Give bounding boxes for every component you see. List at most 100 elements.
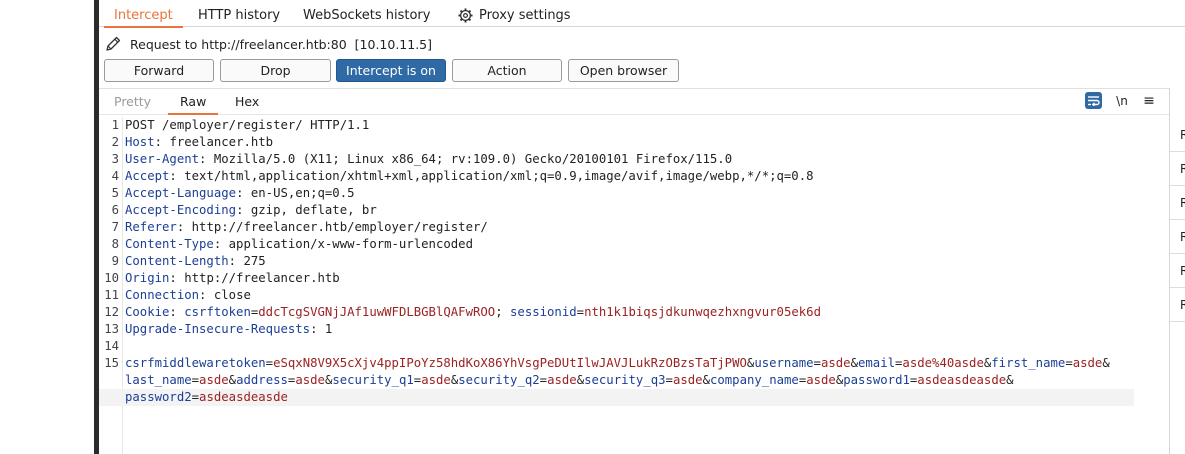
tab-pretty[interactable]: Pretty [114, 94, 151, 109]
tab-proxy-settings-label: Proxy settings [479, 7, 571, 23]
request-line-5: 5 Accept-Language: en-US,en;q=0.5 [99, 185, 1169, 202]
inspector-panel: RRRRRR [1169, 88, 1185, 454]
line-number: 15 [104, 356, 119, 370]
body-row-1: csrfmiddlewaretoken=eSqxN8V9X5cXjv4ppIPo… [125, 356, 1110, 370]
request-ip: [10.10.11.5] [354, 36, 433, 52]
header-name: Origin [125, 271, 170, 285]
cookie-value: ddcTcgSVGNjJAf1uwWFDLBGBlQAFwROO [258, 305, 496, 319]
newline-toggle-icon[interactable]: \n [1114, 92, 1130, 110]
line-number: 11 [104, 288, 119, 302]
header-value: en-US,en;q=0.5 [250, 186, 355, 200]
tab-intercept-label: Intercept [114, 7, 173, 23]
inspector-item[interactable]: R [1170, 288, 1185, 322]
param-name: address [236, 373, 288, 387]
line-number: 13 [104, 322, 119, 336]
param-name: email [857, 356, 896, 370]
background-area [0, 0, 94, 454]
raw-request-text[interactable]: 1 POST /employer/register/ HTTP/1.1 2 Host… [99, 117, 1169, 406]
request-line-2: 2 Host: freelancer.htb [99, 134, 1169, 151]
request-info: Request to http://freelancer.htb:80 [10.… [104, 34, 432, 54]
action-button[interactable]: Action [452, 59, 562, 82]
param-name: password1 [843, 373, 910, 387]
header-name: Accept [125, 169, 170, 183]
tab-http-history[interactable]: HTTP history [198, 4, 280, 26]
open-browser-button[interactable]: Open browser [568, 59, 679, 82]
tab-http-history-label: HTTP history [198, 7, 281, 23]
request-line-15: 15 csrfmiddlewaretoken=eSqxN8V9X5cXjv4ppI… [99, 355, 1169, 372]
pencil-icon [106, 36, 121, 51]
tab-raw-label: Raw [180, 94, 207, 109]
header-value: 275 [243, 254, 266, 268]
param-name: username [754, 356, 814, 370]
inspector-item[interactable]: R [1170, 186, 1185, 220]
header-name: Upgrade-Insecure-Requests [125, 322, 311, 336]
header-line: Accept-Language: en-US,en;q=0.5 [125, 186, 355, 200]
param-name: csrfmiddlewaretoken [125, 356, 266, 370]
header-name: Cookie [125, 305, 170, 319]
cookie-name: csrftoken [184, 305, 251, 319]
param-value: asde [199, 373, 229, 387]
param-value: asdeasdeasde [199, 390, 288, 404]
header-value: freelancer.htb [169, 135, 274, 149]
header-value: http://freelancer.htb/employer/register/ [191, 220, 488, 234]
wrap-lines-icon[interactable] [1085, 92, 1102, 109]
header-line: Connection: close [125, 288, 251, 302]
inspector-item[interactable]: R [1170, 254, 1185, 288]
menu-icon[interactable]: ≡ [1142, 92, 1156, 110]
request-line-14: 14 [99, 338, 1169, 355]
header-name: Content-Length [125, 254, 229, 268]
line-number: 6 [111, 203, 119, 217]
line-number: 8 [111, 237, 119, 251]
tab-intercept[interactable]: Intercept [104, 4, 183, 28]
line-number: 2 [111, 135, 119, 149]
header-name: User-Agent [125, 152, 200, 166]
gear-icon [458, 7, 473, 23]
param-value: asde [1072, 356, 1103, 370]
header-name: Connection [125, 288, 200, 302]
param-value: asde [672, 373, 703, 387]
request-line-4: 4 Accept: text/html,application/xhtml+xml… [99, 168, 1169, 185]
param-name: password2 [125, 390, 192, 404]
param-name: security_q2 [458, 373, 540, 387]
body-continuation: last_name=asde&address=asde&security_q1=… [99, 372, 1169, 389]
param-value: asde [295, 373, 325, 387]
active-tab-underline [104, 26, 183, 28]
forward-button[interactable]: Forward [104, 59, 214, 82]
header-value: 1 [324, 322, 333, 336]
header-line: Accept: text/html,application/xhtml+xml,… [125, 169, 814, 183]
intercept-toggle-button[interactable]: Intercept is on [336, 59, 446, 82]
active-tab-underline [168, 113, 219, 115]
header-value: application/x-www-form-urlencoded [228, 237, 473, 251]
tab-proxy-settings[interactable]: Proxy settings [458, 4, 571, 26]
param-value: asde [421, 373, 451, 387]
header-value: Mozilla/5.0 (X11; Linux x86_64; rv:109.0… [213, 152, 733, 166]
inspector-item[interactable]: R [1170, 220, 1185, 254]
tab-raw[interactable]: Raw [168, 94, 219, 115]
header-name: Content-Type [125, 237, 214, 251]
drop-button[interactable]: Drop [220, 59, 331, 82]
editor-tabs: Pretty Raw Hex \n ≡ [99, 89, 1169, 115]
tab-hex[interactable]: Hex [235, 94, 259, 109]
header-value: gzip, deflate, br [250, 203, 377, 217]
param-value: asde%40asde [902, 356, 984, 370]
param-name: security_q1 [332, 373, 414, 387]
inspector-item[interactable]: R [1170, 152, 1185, 186]
line-number: 3 [111, 152, 119, 166]
param-value: asdeasdeasde [917, 373, 1007, 387]
header-name: Referer [125, 220, 177, 234]
body-continuation-selected: password2=asdeasdeasde [99, 389, 1134, 406]
inspector-item[interactable]: R [1170, 118, 1185, 152]
header-name: Accept-Language [125, 186, 237, 200]
request-line-9: 9 Content-Length: 275 [99, 253, 1169, 270]
burp-proxy-panel: Intercept HTTP history WebSockets histor… [99, 0, 1185, 454]
request-line-12: 12 Cookie: csrftoken=ddcTcgSVGNjJAf1uwWFD… [99, 304, 1169, 321]
request-line: POST /employer/register/ HTTP/1.1 [125, 118, 370, 132]
request-target: Request to http://freelancer.htb:80 [130, 36, 347, 52]
param-name: company_name [709, 373, 799, 387]
request-line-3: 3 User-Agent: Mozilla/5.0 (X11; Linux x86… [99, 151, 1169, 168]
header-line: User-Agent: Mozilla/5.0 (X11; Linux x86_… [125, 152, 733, 166]
param-value: eSqxN8V9X5cXjv4ppIPoYz58hdKoX86YhVsgPeDU… [273, 356, 747, 370]
line-number: 12 [104, 305, 119, 319]
request-line-11: 11 Connection: close [99, 287, 1169, 304]
tab-websockets-history[interactable]: WebSockets history [303, 4, 430, 26]
